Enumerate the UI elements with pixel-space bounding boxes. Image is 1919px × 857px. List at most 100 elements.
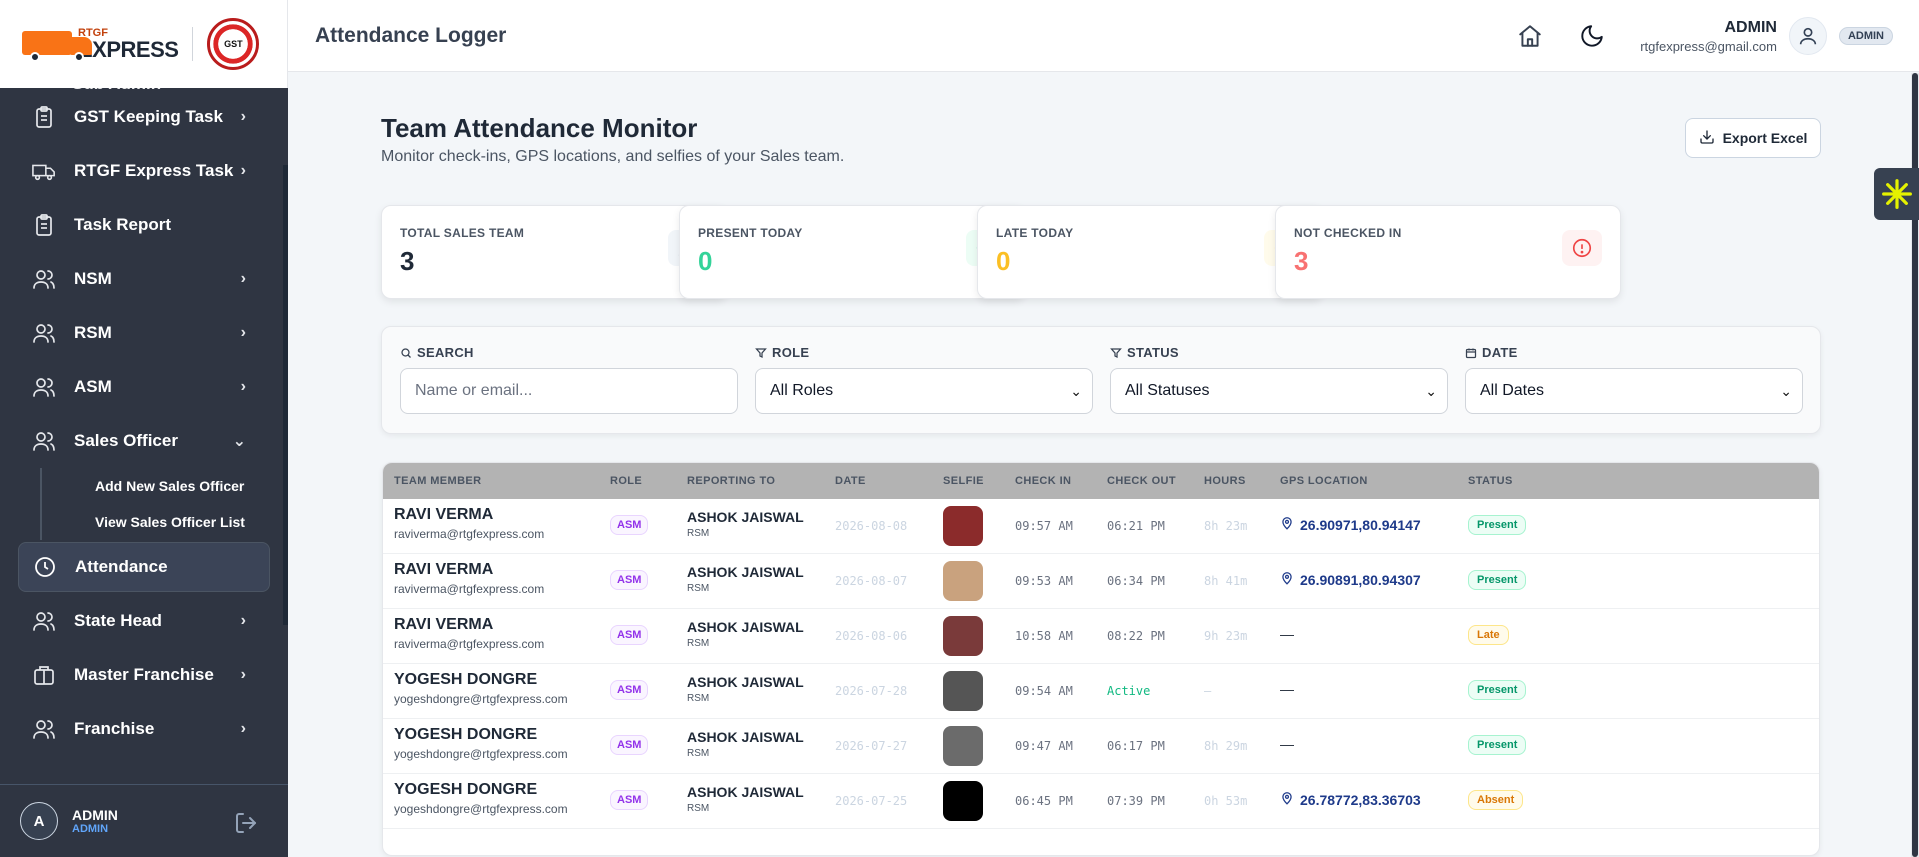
column-header[interactable]: HOURS [1204, 475, 1246, 487]
sidebar-item-master-franchise[interactable]: Master Franchise › [0, 648, 288, 702]
column-header[interactable]: DATE [835, 475, 866, 487]
role-select[interactable]: All Roles ⌄ [755, 368, 1093, 414]
table-row[interactable]: RAVI VERMA raviverma@rtgfexpress.com ASM… [383, 499, 1819, 554]
selfie-thumbnail[interactable] [943, 671, 983, 711]
role-badge: ASM [610, 570, 649, 590]
row-date: 2026-08-07 [835, 574, 908, 588]
logout-icon[interactable] [234, 811, 258, 840]
chevron-right-icon: › [240, 162, 246, 179]
stat-label: LATE TODAY [996, 226, 1074, 240]
sidebar-item-state-head[interactable]: State Head › [0, 594, 288, 648]
column-header[interactable]: GPS LOCATION [1280, 475, 1368, 487]
stat-value: 0 [698, 246, 713, 276]
hours-worked: — [1204, 684, 1212, 698]
reporting-role: RSM [687, 803, 710, 814]
sidebar-item-asm[interactable]: ASM › [0, 360, 288, 414]
moon-icon[interactable] [1578, 22, 1606, 50]
home-icon[interactable] [1516, 22, 1544, 50]
sidebar-item-sales-officer[interactable]: Sales Officer ⌄ [0, 414, 288, 468]
main-content: Team Attendance Monitor Monitor check-in… [288, 73, 1919, 857]
column-header[interactable]: CHECK IN [1015, 475, 1071, 487]
chevron-down-icon: ⌄ [1780, 382, 1792, 399]
hours-worked: 8h 23m [1204, 519, 1248, 533]
sidebar-item-gst-keeping-task[interactable]: GST Keeping Task › [0, 90, 288, 144]
reporting-name: ASHOK JAISWAL [687, 509, 804, 525]
stat-value: 0 [996, 246, 1011, 276]
table-header: TEAM MEMBER ROLE REPORTING TO DATE SELFIE CHE… [383, 463, 1819, 499]
member-email: yogeshdongre@rtgfexpress.com [394, 747, 568, 761]
users-icon [32, 267, 56, 291]
column-header[interactable]: CHECK OUT [1107, 475, 1176, 487]
sidebar-item-label: Attendance [75, 557, 168, 576]
top-header: Attendance Logger ADMIN rtgfexpress@gmai… [288, 0, 1919, 72]
sidebar-item-label: RSM [74, 323, 112, 342]
table-row[interactable]: RAVI VERMA raviverma@rtgfexpress.com ASM… [383, 609, 1819, 664]
sidebar-nav: Sub Admin GST Keeping Task › RTGF Expres… [0, 88, 288, 784]
check-in-time: 09:47 AM [1015, 739, 1073, 753]
member-name: RAVI VERMA [394, 561, 494, 578]
role-label: ROLE [755, 345, 1093, 360]
reporting-role: RSM [687, 693, 710, 704]
sidebar-item-attendance[interactable]: Attendance [18, 542, 270, 592]
search-input[interactable]: Name or email... [400, 368, 738, 414]
user-avatar-icon[interactable] [1788, 17, 1827, 55]
check-out-time: 06:21 PM [1107, 519, 1165, 533]
member-email: yogeshdongre@rtgfexpress.com [394, 802, 568, 816]
chevron-right-icon: › [240, 270, 246, 287]
check-out-time: 07:39 PM [1107, 794, 1165, 808]
check-out-time: 08:22 PM [1107, 629, 1165, 643]
status-select[interactable]: All Statuses ⌄ [1110, 368, 1448, 414]
table-row[interactable]: RAVI VERMA raviverma@rtgfexpress.com ASM… [383, 554, 1819, 609]
selfie-thumbnail[interactable] [943, 726, 983, 766]
sidebar-item-nsm[interactable]: NSM › [0, 252, 288, 306]
submenu-item-view-sales-officer-list[interactable]: View Sales Officer List [0, 504, 288, 540]
alert-circle-icon [1562, 230, 1602, 266]
sidebar-item-task-report[interactable]: Task Report [0, 198, 288, 252]
selfie-thumbnail[interactable] [943, 506, 983, 546]
search-label: SEARCH [400, 345, 738, 360]
status-badge: Absent [1468, 790, 1524, 810]
selfie-thumbnail[interactable] [943, 781, 983, 821]
logo-bar: RTGF EXPRESS GST [0, 0, 288, 88]
sidebar-item-rtgf-express-task[interactable]: RTGF Express Task › [0, 144, 288, 198]
status-badge: Late [1468, 625, 1509, 645]
date-label: DATE [1465, 345, 1803, 360]
export-excel-button[interactable]: Export Excel [1685, 118, 1821, 158]
table-row[interactable]: YOGESH DONGRE yogeshdongre@rtgfexpress.c… [383, 774, 1819, 829]
header-user-email: rtgfexpress@gmail.com [1640, 38, 1777, 54]
role-badge: ASM [610, 625, 649, 645]
role-badge: ASM [610, 790, 649, 810]
section-subtitle: Monitor check-ins, GPS locations, and se… [381, 148, 845, 165]
submenu-item-add-new-sales-officer[interactable]: Add New Sales Officer [0, 468, 288, 504]
selfie-thumbnail[interactable] [943, 561, 983, 601]
gps-location-link[interactable]: 26.90891,80.94307 [1280, 571, 1421, 588]
column-header[interactable]: TEAM MEMBER [394, 475, 482, 487]
hours-worked: 8h 41m [1204, 574, 1248, 588]
sidebar-item-rsm[interactable]: RSM › [0, 306, 288, 360]
hours-worked: 9h 23m [1204, 629, 1248, 643]
filter-panel: SEARCH Name or email... ROLE All Roles ⌄ … [381, 326, 1821, 434]
selfie-thumbnail[interactable] [943, 616, 983, 656]
sidebar-item-label: RTGF Express Task [74, 161, 234, 180]
sidebar-item-franchise[interactable]: Franchise › [0, 702, 288, 756]
date-select[interactable]: All Dates ⌄ [1465, 368, 1803, 414]
table-row[interactable]: YOGESH DONGRE yogeshdongre@rtgfexpress.c… [383, 664, 1819, 719]
filter-icon [755, 347, 767, 358]
check-in-time: 09:57 AM [1015, 519, 1073, 533]
reporting-name: ASHOK JAISWAL [687, 564, 804, 580]
member-name: RAVI VERMA [394, 616, 494, 633]
avatar[interactable]: A [20, 802, 58, 840]
column-header[interactable]: SELFIE [943, 475, 984, 487]
column-header[interactable]: STATUS [1468, 475, 1513, 487]
member-email: raviverma@rtgfexpress.com [394, 637, 545, 651]
gps-location-link[interactable]: 26.90971,80.94147 [1280, 516, 1421, 533]
asterisk-widget-icon[interactable] [1874, 168, 1919, 220]
table-row[interactable]: YOGESH DONGRE yogeshdongre@rtgfexpress.c… [383, 719, 1819, 774]
column-header[interactable]: REPORTING TO [687, 475, 775, 487]
chevron-right-icon: › [240, 720, 246, 737]
sidebar-item-label: GST Keeping Task [74, 107, 223, 126]
gps-location-link[interactable]: 26.78772,83.36703 [1280, 791, 1421, 808]
hours-worked: 8h 29m [1204, 739, 1248, 753]
hours-worked: 0h 53m [1204, 794, 1248, 808]
column-header[interactable]: ROLE [610, 475, 642, 487]
